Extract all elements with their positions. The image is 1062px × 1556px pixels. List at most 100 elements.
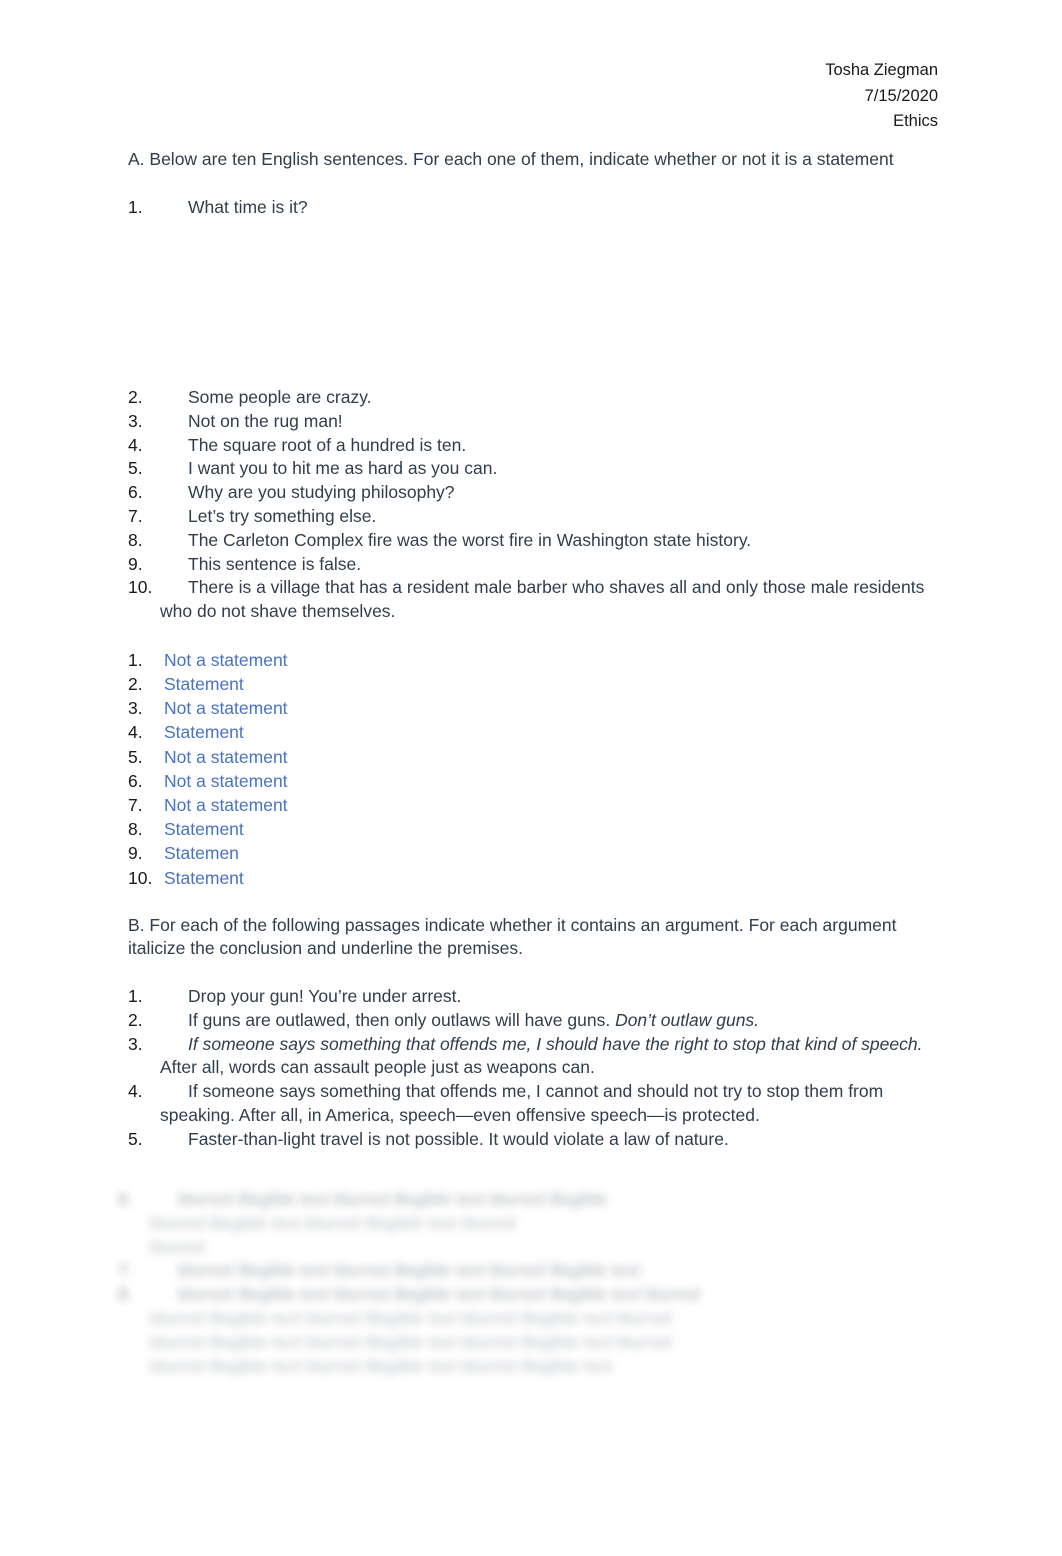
document-header: Tosha Ziegman 7/15/2020 Ethics [0,58,938,135]
item-text: Not on the rug man! [188,410,343,431]
obscured-row: blurred illegible text blurred illegible… [118,1212,948,1236]
section-b-item: 1. Drop your gun! You’re under arrest. [128,985,940,1009]
answer-text: Statement [164,673,244,694]
answer-number: 3. [128,698,143,719]
item-number: 7. [118,1260,133,1281]
answer-row: 8. Statement [128,817,940,841]
item-text-italic: Don’t outlaw guns. [615,1009,760,1030]
item-text: Faster-than-light travel is not possible… [188,1128,940,1152]
section-a-item: 6. Why are you studying philosophy? [128,481,940,505]
obscured-row: 8. blurred illegible text blurred illegi… [118,1283,948,1307]
obscured-row: blurred [118,1236,948,1260]
answer-row: 1. Not a statement [128,648,940,672]
document-page: Tosha Ziegman 7/15/2020 Ethics A. Below … [0,0,1062,1556]
answer-row: 6. Not a statement [128,769,940,793]
answer-text: Not a statement [164,770,288,791]
item-text-plain-before: If someone says something that offends m… [160,1081,884,1125]
answer-text: Not a statement [164,649,288,670]
item-number: 9. [128,553,143,574]
answer-number: 6. [128,770,143,791]
answer-number: 7. [128,794,143,815]
header-author: Tosha Ziegman [825,61,938,79]
item-text: If someone says something that offends m… [160,1033,940,1081]
obscured-row: blurred illegible text blurred illegible… [118,1331,948,1355]
section-a-item: 5. I want you to hit me as hard as you c… [128,457,940,481]
item-text-italic: If someone says something that offends m… [188,1033,923,1054]
item-text-plain-after: After all, words can assault people just… [160,1057,595,1078]
item-text: The Carleton Complex fire was the worst … [188,529,752,550]
header-course: Ethics [893,112,938,130]
header-date: 7/15/2020 [864,86,938,105]
section-b-item: 5. Faster-than-light travel is not possi… [128,1128,940,1152]
answer-number: 8. [128,819,143,840]
answer-text: Not a statement [164,746,288,767]
obscured-text: blurred [150,1236,205,1257]
item-text: If guns are outlawed, then only outlaws … [188,1009,940,1033]
section-a-prompt: A. Below are ten English sentences. For … [128,149,894,169]
answer-row: 5. Not a statement [128,745,940,769]
answer-text: Not a statement [164,698,288,719]
obscured-text: blurred illegible text blurred illegible… [178,1189,607,1209]
obscured-text-block: 6. blurred illegible text blurred illegi… [118,1188,948,1378]
item-text: Why are you studying philosophy? [188,482,455,503]
answer-row: 9. Statemen [128,841,940,865]
section-a-item: 8. The Carleton Complex fire was the wor… [128,529,940,553]
item-number: 1. [128,196,143,217]
obscured-text: blurred illegible text blurred illegible… [150,1212,516,1233]
obscured-text: blurred illegible text blurred illegible… [150,1307,672,1328]
section-b-prompt: B. For each of the following passages in… [128,914,897,959]
section-a-item: 3. Not on the rug man! [128,410,940,434]
item-number: 5. [128,1128,143,1149]
section-a-item: 4. The square root of a hundred is ten. [128,434,940,458]
item-number: 7. [128,505,143,526]
answer-number: 10. [128,867,153,888]
section-b-item: 4. If someone says something that offend… [128,1080,940,1128]
answer-number: 9. [128,843,143,864]
item-text: Drop your gun! You’re under arrest. [188,985,940,1009]
item-number: 2. [128,386,143,407]
answer-row: 3. Not a statement [128,696,940,720]
item-number: 6. [128,482,143,503]
section-b-item: 3. If someone says something that offend… [128,1033,940,1081]
obscured-text: blurred illegible text blurred illegible… [178,1260,641,1281]
answer-number: 2. [128,673,143,694]
item-number: 1. [128,985,143,1006]
answer-row: 10. Statement [128,866,940,890]
item-text: If someone says something that offends m… [160,1080,940,1128]
section-a-item: 10. There is a village that has a reside… [128,576,940,624]
item-number: 2. [128,1009,143,1030]
document-body: A. Below are ten English sentences. For … [128,148,940,1152]
item-text-plain-before: Faster-than-light travel is not possible… [188,1128,729,1149]
item-text: Some people are crazy. [188,386,372,407]
item-text-plain-before: If guns are outlawed, then only outlaws … [188,1009,616,1030]
answer-text: Statement [164,819,244,840]
answer-row: 4. Statement [128,720,940,744]
item-text: This sentence is false. [188,553,362,574]
obscured-text: blurred illegible text blurred illegible… [150,1331,672,1352]
item-number: 6. [118,1189,133,1209]
obscured-text: blurred illegible text blurred illegible… [178,1284,700,1305]
obscured-row: 7. blurred illegible text blurred illegi… [118,1259,948,1283]
answer-text: Statement [164,722,244,743]
obscured-row: blurred illegible text blurred illegible… [118,1307,948,1331]
obscured-row: blurred illegible text blurred illegible… [118,1355,948,1378]
section-a-item: 1. What time is it? [128,196,940,220]
obscured-row: 6. blurred illegible text blurred illegi… [118,1188,948,1212]
answer-text: Statement [164,867,244,888]
item-text: Let’s try something else. [188,505,377,526]
answer-text: Statemen [164,843,239,864]
answer-text: Not a statement [164,794,288,815]
section-a-item: 2. Some people are crazy. [128,386,940,410]
item-text: What time is it? [188,196,308,217]
item-number: 5. [128,458,143,479]
